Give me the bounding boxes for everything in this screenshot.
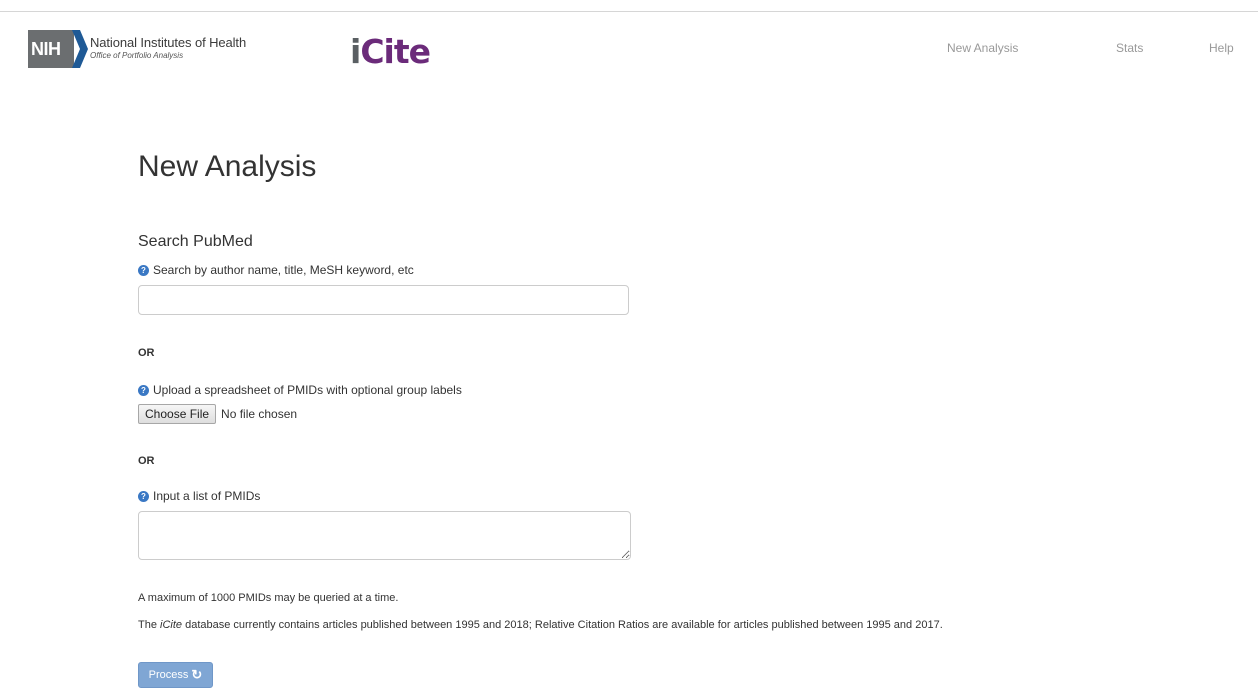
icite-logo-i: i [350, 32, 361, 71]
question-circle-icon[interactable]: ? [138, 490, 149, 502]
process-button-label: Process [148, 669, 189, 681]
file-status: No file chosen [221, 407, 298, 421]
nih-badge: NIH [28, 30, 88, 68]
page-title: New Analysis [138, 150, 317, 183]
nav-new-analysis[interactable]: New Analysis [947, 41, 1018, 55]
nav-help[interactable]: Help [1209, 41, 1234, 55]
icite-logo-cite: Cite [360, 32, 431, 71]
database-note-end: database currently contains articles pub… [182, 619, 943, 631]
or-divider-2: OR [138, 455, 155, 467]
nih-subtitle: Office of Portfolio Analysis [90, 51, 184, 60]
site-header: NIH National Institutes of Health Office… [0, 0, 1258, 90]
database-note: The iCite database currently contains ar… [138, 619, 943, 631]
pmid-help-text: Input a list of PMIDs [153, 489, 261, 503]
or-divider-1: OR [138, 347, 155, 359]
nih-badge-text: NIH [31, 39, 61, 59]
nih-logo[interactable]: NIH National Institutes of Health Office… [28, 30, 246, 68]
file-upload: Choose File No file chosen [138, 404, 297, 424]
upload-help: ? Upload a spreadsheet of PMIDs with opt… [138, 382, 462, 398]
refresh-icon: ↻ [191, 667, 203, 682]
database-note-icite: iCite [160, 619, 183, 631]
search-section-title: Search PubMed [138, 233, 253, 250]
icite-logo[interactable]: iCite [350, 29, 431, 75]
search-help-text: Search by author name, title, MeSH keywo… [153, 263, 414, 277]
pmid-list-textarea[interactable] [138, 511, 631, 560]
nih-title: National Institutes of Health [90, 35, 247, 50]
max-pmids-note: A maximum of 1000 PMIDs may be queried a… [138, 592, 399, 604]
icite-logo-text: iCite [350, 32, 431, 71]
pubmed-search-input[interactable] [138, 285, 629, 315]
nav-stats[interactable]: Stats [1116, 41, 1143, 55]
process-button[interactable]: Process ↻ [138, 662, 213, 688]
question-circle-icon[interactable]: ? [138, 264, 149, 276]
pmid-help: ? Input a list of PMIDs [138, 488, 260, 504]
nih-chevron-icon [72, 30, 88, 68]
upload-help-text: Upload a spreadsheet of PMIDs with optio… [153, 383, 462, 397]
question-circle-icon[interactable]: ? [138, 384, 149, 396]
choose-file-button[interactable]: Choose File [138, 404, 217, 424]
search-help: ? Search by author name, title, MeSH key… [138, 262, 414, 278]
database-note-start: The [138, 619, 161, 631]
nih-text: National Institutes of Health Office of … [90, 36, 246, 62]
